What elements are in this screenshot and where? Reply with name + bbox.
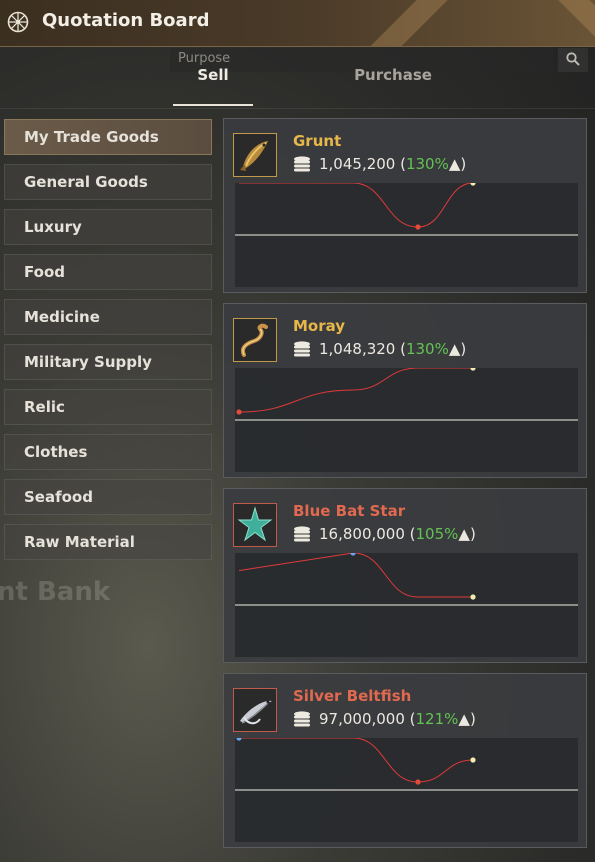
title-decoration xyxy=(344,0,595,46)
wheel-icon xyxy=(7,11,29,33)
coin-stack-icon xyxy=(294,341,310,357)
category-label: My Trade Goods xyxy=(24,128,159,146)
price-percent: 105% xyxy=(415,525,459,543)
category-label: Raw Material xyxy=(24,533,135,551)
trend-point xyxy=(236,738,242,741)
category-label: Clothes xyxy=(24,443,88,461)
coin-stack-icon xyxy=(294,156,310,172)
trend-line xyxy=(239,738,474,783)
item-name: Silver Beltfish xyxy=(293,687,412,705)
category-food[interactable]: Food xyxy=(4,254,212,290)
starfish-icon xyxy=(233,503,277,547)
item-name: Grunt xyxy=(293,132,342,150)
price-percent: 130% xyxy=(405,155,449,173)
item-price: 1,048,320 xyxy=(319,340,396,358)
search-icon xyxy=(566,52,580,66)
trend-line xyxy=(239,183,474,228)
trend-point xyxy=(470,757,476,763)
category-medicine[interactable]: Medicine xyxy=(4,299,212,335)
item-price: 97,000,000 xyxy=(319,710,405,728)
trade-item-card[interactable]: Silver Beltfish 97,000,000 (121%▲) xyxy=(223,673,587,848)
trend-point xyxy=(236,409,242,415)
price-percent: 130% xyxy=(405,340,449,358)
search-button[interactable] xyxy=(558,48,588,72)
tabs-divider xyxy=(0,108,595,109)
coin-stack-icon xyxy=(294,526,310,542)
category-label: Relic xyxy=(24,398,65,416)
trend-point xyxy=(470,183,476,186)
price-percent: 121% xyxy=(415,710,459,728)
category-label: Seafood xyxy=(24,488,93,506)
trend-arrow-icon: ▲ xyxy=(458,525,470,543)
active-tab-indicator xyxy=(173,104,253,106)
price-trend-graph xyxy=(235,368,578,472)
trend-arrow-icon: ▲ xyxy=(448,155,461,173)
trend-point xyxy=(470,594,476,600)
trend-line xyxy=(238,368,473,413)
trend-point xyxy=(350,553,356,556)
item-price: 1,045,200 xyxy=(319,155,396,173)
price-trend-graph xyxy=(235,738,578,842)
category-seafood[interactable]: Seafood xyxy=(4,479,212,515)
tab-sell[interactable]: Sell xyxy=(173,66,253,84)
category-label: Food xyxy=(24,263,65,281)
trend-point xyxy=(415,779,421,785)
price-trend-graph xyxy=(235,183,578,287)
category-my-trade-goods[interactable]: My Trade Goods xyxy=(4,119,212,155)
category-clothes[interactable]: Clothes xyxy=(4,434,212,470)
category-luxury[interactable]: Luxury xyxy=(4,209,212,245)
trend-line xyxy=(238,553,473,598)
trend-point xyxy=(415,224,421,230)
item-name: Blue Bat Star xyxy=(293,502,406,520)
item-price: 16,800,000 xyxy=(319,525,405,543)
tab-purchase[interactable]: Purchase xyxy=(345,66,441,84)
beltfish-icon xyxy=(233,688,277,732)
category-label: Military Supply xyxy=(24,353,152,371)
trade-item-card[interactable]: Grunt 1,045,200 (130%▲) xyxy=(223,118,587,293)
category-relic[interactable]: Relic xyxy=(4,389,212,425)
category-military-supply[interactable]: Military Supply xyxy=(4,344,212,380)
item-name: Moray xyxy=(293,317,346,335)
category-label: General Goods xyxy=(24,173,148,191)
category-label: Medicine xyxy=(24,308,100,326)
window-title: Quotation Board xyxy=(42,10,210,31)
moray-eel-icon xyxy=(233,318,277,362)
background-text: nt Bank xyxy=(0,577,111,607)
trend-arrow-icon: ▲ xyxy=(458,710,470,728)
trade-item-card[interactable]: Blue Bat Star 16,800,000 (105%▲) xyxy=(223,488,587,663)
title-bar: Quotation Board xyxy=(0,0,595,47)
trend-arrow-icon: ▲ xyxy=(448,340,461,358)
category-label: Luxury xyxy=(24,218,82,236)
grunt-fish-icon xyxy=(233,133,277,177)
coin-stack-icon xyxy=(294,711,310,727)
category-raw-material[interactable]: Raw Material xyxy=(4,524,212,560)
trade-item-card[interactable]: Moray 1,048,320 (130%▲) xyxy=(223,303,587,478)
category-general-goods[interactable]: General Goods xyxy=(4,164,212,200)
trend-point xyxy=(470,368,476,371)
search-placeholder: Purpose xyxy=(178,51,231,66)
price-trend-graph xyxy=(235,553,578,657)
